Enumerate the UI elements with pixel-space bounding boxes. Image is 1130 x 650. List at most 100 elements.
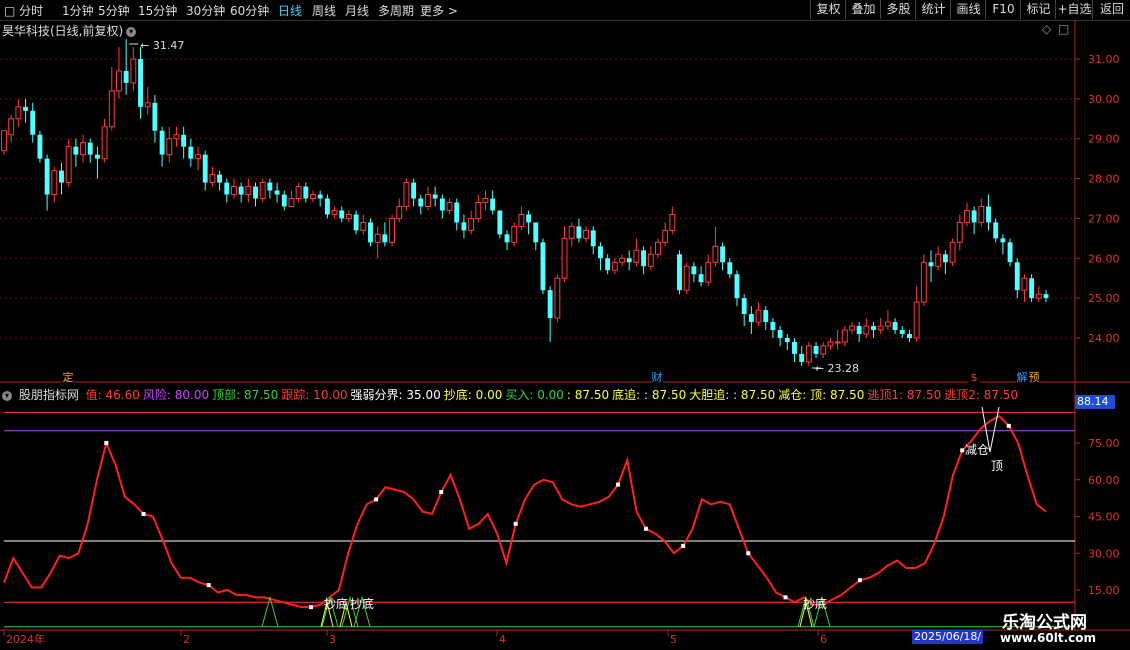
candle-body: [993, 222, 999, 239]
candle-body: [173, 134, 180, 140]
candle-body: [641, 250, 647, 267]
candle-body: [101, 126, 108, 160]
indicator-line: [3, 414, 1047, 609]
diamond-icon[interactable]: ◇: [1042, 22, 1051, 36]
indicator-tick-label: 75.00: [1088, 437, 1120, 450]
candle-body: [267, 182, 273, 191]
stock-title-text: 昊华科技(日线,前复权): [2, 24, 124, 38]
candle-body: [827, 341, 834, 347]
high-label: ← 31.47: [140, 39, 184, 52]
candle-body: [971, 210, 977, 223]
candle-body: [389, 217, 395, 243]
candle-body: [935, 253, 942, 267]
candle-body: [720, 246, 726, 263]
candle-body: [288, 198, 295, 207]
candle-body: [1000, 238, 1006, 243]
chart-canvas: 31.00 30.00 29.00 28.00 27.00 26.00 25.00 24.00…: [0, 20, 1130, 646]
candle-body: [310, 194, 316, 199]
candle-body: [712, 245, 719, 263]
candle-body: [942, 254, 948, 263]
price-tick-label: 31.00: [1088, 53, 1120, 66]
indicator-menu-icon[interactable]: ▾: [2, 390, 12, 401]
date-label-1: 2: [183, 633, 190, 646]
indicator-dot: [439, 490, 444, 494]
candle-body: [8, 118, 15, 136]
candle-body: [324, 198, 330, 215]
candle-body: [605, 258, 611, 271]
candle-body: [1043, 294, 1049, 299]
chevron-down-icon[interactable]: ▾: [126, 26, 137, 37]
candle-body: [1007, 242, 1013, 263]
candle-body: [576, 226, 582, 239]
indicator-item-4: 强弱分界: 35.00: [350, 388, 441, 402]
candle-body: [245, 186, 252, 196]
candle-body: [490, 198, 496, 211]
candle-body: [1014, 262, 1020, 291]
indicator-tick-label: 60.00: [1088, 474, 1120, 487]
candle-body: [583, 229, 590, 239]
candle-body: [863, 325, 870, 335]
date-label-0: 2024年: [6, 632, 45, 646]
candle-body: [683, 265, 690, 291]
candle-body: [382, 234, 388, 243]
candle-body: [928, 262, 934, 267]
indicator-dot: [857, 578, 862, 583]
indicator-dot: [309, 605, 314, 610]
candle-body: [439, 198, 445, 211]
candle-body: [1, 130, 7, 152]
close-icon[interactable]: □: [1058, 22, 1069, 36]
candle-body: [253, 186, 258, 199]
candle-body: [446, 201, 453, 211]
price-tick-label: 26.00: [1088, 252, 1120, 265]
event-badge-1: 财: [652, 370, 663, 384]
candle-body: [611, 261, 618, 271]
candle-body: [44, 158, 50, 195]
candle-body: [368, 222, 373, 243]
candle-body: [65, 146, 72, 184]
candle-body: [741, 298, 747, 315]
candle-body: [23, 106, 29, 111]
indicator-item-11: 逃顶1: 87.50: [867, 388, 942, 402]
candle-body: [224, 182, 230, 195]
signal-label-bottom-2: 抄底: [350, 596, 374, 611]
candle-body: [331, 209, 338, 215]
candle-body: [202, 154, 208, 183]
signal-label-bottom-3: 抄底: [803, 596, 827, 611]
price-tick-label: 30.00: [1088, 93, 1120, 106]
indicator-item-1: 风险: 80.00: [142, 388, 210, 402]
candle-body: [396, 205, 403, 219]
candle-body: [805, 345, 812, 363]
indicator-item-12: 逃顶2: 87.50: [944, 388, 1019, 402]
candle-body: [849, 325, 855, 331]
stock-title[interactable]: 昊华科技(日线,前复权) ▾: [2, 22, 137, 39]
candle-body: [482, 198, 489, 203]
candle-body: [877, 325, 884, 331]
candle-body: [188, 146, 194, 159]
indicator-item-9: 大胆追: : 87.50: [689, 388, 776, 402]
indicator-dot: [960, 448, 965, 453]
candle-body: [51, 170, 58, 196]
candle-body: [317, 194, 323, 199]
current-value-label: 88.14: [1075, 395, 1115, 409]
candle-body: [80, 142, 86, 156]
candle-body: [274, 190, 280, 195]
indicator-name[interactable]: 股朋指标网: [19, 388, 79, 402]
candle-body: [411, 182, 417, 199]
candle-body: [755, 309, 762, 323]
candle-body: [777, 330, 783, 338]
candle-body: [956, 221, 963, 243]
indicator-item-7: : 87.50: [566, 388, 610, 402]
event-badge-4: 预: [1029, 371, 1040, 384]
signal-label-reduce: 减仓: [965, 443, 989, 457]
candle-body: [475, 201, 482, 219]
indicator-dot: [104, 441, 109, 445]
indicator-dot: [206, 583, 211, 588]
indicator-item-3: 跟踪: 10.00: [281, 388, 348, 402]
candle-body: [834, 341, 841, 344]
watermark-name: 乐淘公式网: [1002, 613, 1087, 633]
date-label-3: 4: [499, 633, 506, 646]
candle-body: [763, 310, 769, 323]
candle-body: [345, 213, 352, 219]
candle-body: [116, 70, 122, 92]
candle-body: [986, 206, 991, 223]
